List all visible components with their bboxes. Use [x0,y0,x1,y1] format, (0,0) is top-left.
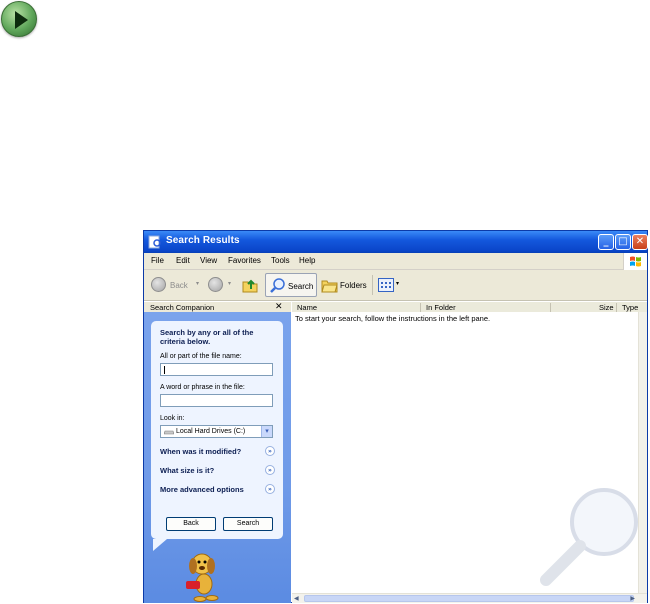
search-companion-pane: Search by any or all of the criteria bel… [144,312,291,603]
criteria-heading-2: criteria below. [160,337,211,346]
hard-drive-icon [164,430,174,435]
magnifier-watermark-icon [540,488,638,586]
back-button[interactable]: Back [166,517,216,531]
search-dog-icon [186,553,219,602]
menu-help[interactable]: Help [299,256,315,265]
menu-favorites[interactable]: Favorites [228,256,261,265]
column-type[interactable]: Type [622,303,638,312]
toolbar: Back ▾ ▾ Search Folders ▾ [144,270,647,301]
results-instructions: To start your search, follow the instruc… [295,314,491,323]
column-size[interactable]: Size [599,303,614,312]
scroll-right-icon[interactable]: ▶ [630,595,635,602]
scrollbar-thumb[interactable] [304,595,634,602]
play-icon [1,1,37,37]
results-pane[interactable]: To start your search, follow the instruc… [292,312,647,593]
menu-bar: File Edit View Favorites Tools Help [144,253,647,270]
search-results-window: Search Results _ □ ✕ File Edit View Favo… [143,230,648,603]
lookin-label: Look in: [160,415,185,422]
back-dropdown-icon[interactable]: ▾ [196,280,199,287]
search-button[interactable]: Search [223,517,273,531]
when-modified-link[interactable]: When was it modified? [160,447,241,456]
back-arrow-icon[interactable] [151,277,166,292]
menu-edit[interactable]: Edit [176,256,190,265]
vertical-scrollbar[interactable] [638,312,647,593]
forward-dropdown-icon[interactable]: ▾ [228,280,231,287]
dropdown-arrow-icon[interactable]: ▾ [261,426,272,437]
menu-file[interactable]: File [151,256,164,265]
back-button-label[interactable]: Back [170,281,188,290]
lookin-value: Local Hard Drives (C:) [176,428,246,435]
folder-up-icon[interactable] [241,276,259,294]
search-criteria-panel: Search by any or all of the criteria bel… [151,321,283,551]
search-toolbar-label: Search [288,282,314,291]
filename-label: All or part of the file name: [160,353,242,360]
search-window-icon [148,235,161,249]
folders-icon[interactable] [321,277,338,293]
expand-when-modified-icon[interactable]: » [265,446,275,456]
lookin-select[interactable]: Local Hard Drives (C:) ▾ [160,425,273,438]
column-in-folder[interactable]: In Folder [426,303,456,312]
minimize-button[interactable]: _ [598,234,614,250]
advanced-options-link[interactable]: More advanced options [160,485,244,494]
companion-close-icon[interactable]: ✕ [275,301,283,312]
close-button[interactable]: ✕ [632,234,648,250]
text-cursor [164,366,165,374]
title-bar[interactable]: Search Results _ □ ✕ [144,231,648,253]
phrase-label: A word or phrase in the file: [160,384,245,391]
search-toolbar-button[interactable]: Search [265,273,317,297]
menu-tools[interactable]: Tools [271,256,290,265]
phrase-input[interactable] [160,394,273,407]
what-size-link[interactable]: What size is it? [160,466,214,475]
expand-advanced-options-icon[interactable]: » [265,484,275,494]
menu-view[interactable]: View [200,256,217,265]
column-name[interactable]: Name [297,303,317,312]
folders-label[interactable]: Folders [340,281,367,290]
companion-title: Search Companion [150,303,215,312]
horizontal-scrollbar[interactable]: ◀ ▶ [292,593,647,603]
window-title: Search Results [166,235,240,246]
criteria-heading-1: Search by any or all of the [160,328,254,337]
expand-what-size-icon[interactable]: » [265,465,275,475]
maximize-button[interactable]: □ [615,234,631,250]
windows-logo-icon [623,253,647,270]
views-icon[interactable] [378,278,394,292]
magnifier-icon [270,278,285,293]
views-dropdown-icon[interactable]: ▾ [396,280,399,287]
forward-arrow-icon[interactable] [208,277,223,292]
scroll-left-icon[interactable]: ◀ [294,595,299,602]
filename-input[interactable] [160,363,273,376]
